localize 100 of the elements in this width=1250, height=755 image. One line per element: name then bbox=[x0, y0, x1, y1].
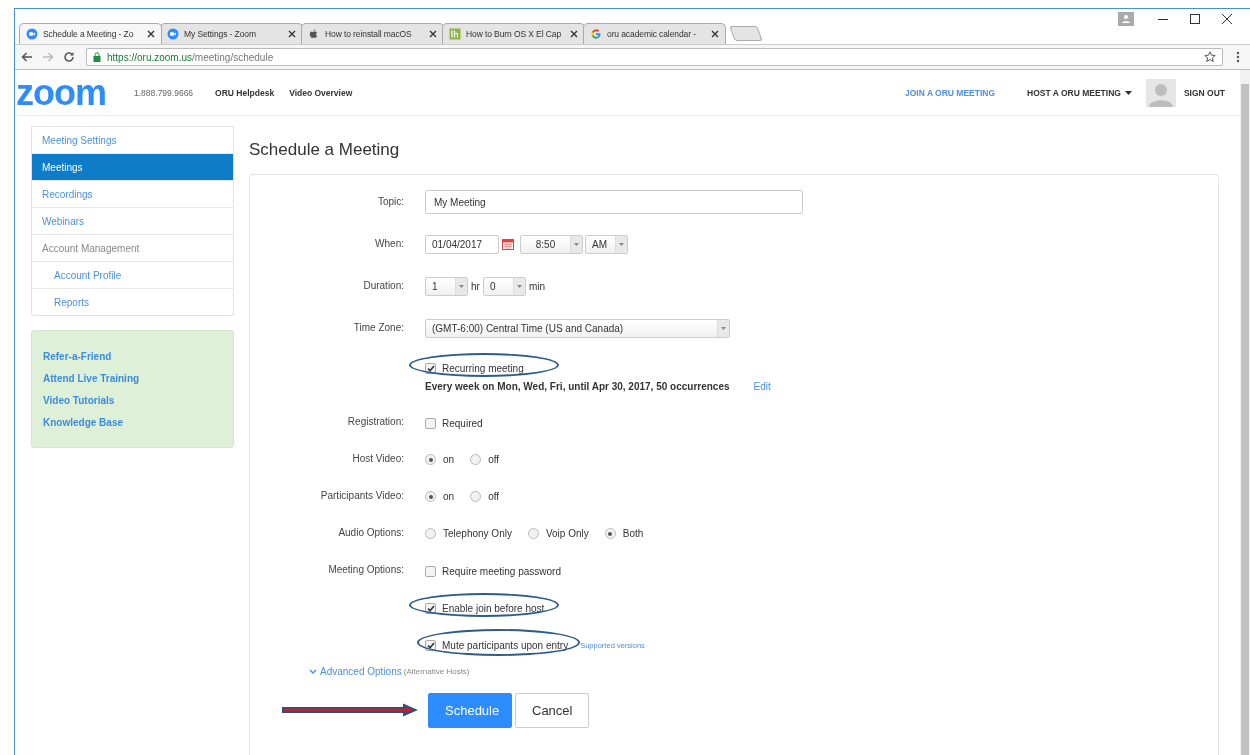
field-label: Audio Options: bbox=[338, 527, 404, 538]
sign-out-link[interactable]: SIGN OUT bbox=[1183, 87, 1225, 98]
ampm-dropdown[interactable]: AM bbox=[585, 234, 628, 254]
star-icon[interactable] bbox=[1204, 51, 1216, 63]
dropdown-arrow-icon bbox=[516, 284, 522, 288]
reload-icon[interactable] bbox=[63, 51, 75, 63]
browser-tab[interactable]: How to Burn OS X El Cap bbox=[442, 23, 585, 44]
checkbox-label: Mute participants upon entry bbox=[442, 639, 569, 651]
minutes-dropdown[interactable]: 0 bbox=[482, 276, 526, 296]
nav-link[interactable]: ORU Helpdesk bbox=[215, 87, 275, 98]
radio-label: Both bbox=[622, 528, 644, 539]
avatar-silhouette bbox=[1145, 78, 1176, 107]
sidebar-item[interactable]: Webinars bbox=[32, 207, 233, 234]
field-label: Registration: bbox=[347, 416, 404, 427]
field-label: Host Video: bbox=[352, 453, 404, 464]
field-label: Topic: bbox=[377, 196, 404, 207]
radio-button[interactable] bbox=[425, 491, 436, 502]
url-text: https://oru.zoom.us/meeting/schedule bbox=[107, 51, 275, 63]
dropdown-menu[interactable]: HOST A ORU MEETING bbox=[1027, 87, 1132, 98]
menu-icon[interactable] bbox=[1236, 51, 1240, 63]
browser-tab[interactable]: How to reinstall macOS bbox=[301, 23, 444, 44]
scrollbar[interactable] bbox=[1240, 70, 1250, 755]
hint-text: (Alternative Hosts) bbox=[403, 667, 470, 676]
close-icon[interactable] bbox=[711, 30, 719, 38]
zoom-logo-icon bbox=[167, 28, 179, 40]
unit-label: min bbox=[528, 280, 546, 292]
field-label: Time Zone: bbox=[353, 322, 404, 333]
phone-number: 1.888.799.9666 bbox=[134, 87, 194, 98]
zoom-logo-icon bbox=[26, 28, 38, 40]
advanced-options-link[interactable]: Advanced Options bbox=[309, 666, 402, 677]
time-dropdown[interactable]: 8:50 bbox=[520, 234, 583, 254]
caret-icon bbox=[1124, 90, 1132, 95]
radio-label: Voip Only bbox=[545, 528, 589, 539]
dropdown-arrow-icon bbox=[721, 326, 726, 330]
radio-button[interactable] bbox=[604, 528, 616, 539]
back-icon[interactable] bbox=[21, 52, 33, 62]
browser-tab[interactable]: My Settings - Zoom bbox=[160, 23, 303, 44]
sidebar-item[interactable]: Meetings bbox=[32, 153, 233, 180]
radio-button[interactable] bbox=[470, 491, 482, 502]
checkbox-label: Recurring meeting bbox=[442, 362, 524, 374]
timezone-dropdown[interactable]: (GMT-6:00) Central Time (US and Canada) bbox=[425, 318, 730, 338]
zoom-logo[interactable]: zoom bbox=[16, 74, 106, 111]
scrollbar-thumb[interactable] bbox=[1241, 84, 1249, 755]
close-icon[interactable] bbox=[1222, 14, 1232, 24]
checkbox[interactable] bbox=[425, 362, 436, 374]
radio-button[interactable] bbox=[527, 528, 539, 539]
radio-label: on bbox=[443, 491, 455, 502]
chevron-down-icon bbox=[309, 669, 317, 674]
checkbox[interactable] bbox=[425, 602, 436, 614]
sidebar-item[interactable]: Reports bbox=[32, 288, 233, 315]
checkmark-icon bbox=[426, 641, 435, 649]
browser-tab[interactable]: oru academic calendar - bbox=[583, 23, 726, 44]
close-icon[interactable] bbox=[570, 30, 578, 38]
radio-button[interactable] bbox=[470, 454, 482, 465]
text-field[interactable]: My Meeting bbox=[425, 190, 803, 214]
help-link[interactable]: Refer-a-Friend bbox=[43, 349, 222, 365]
checkbox[interactable] bbox=[425, 417, 436, 429]
help-link[interactable]: Knowledge Base bbox=[43, 415, 222, 431]
maximize-icon[interactable] bbox=[1190, 14, 1200, 24]
unit-label: hr bbox=[471, 280, 480, 292]
date-field[interactable]: 01/04/2017 bbox=[425, 234, 499, 254]
sidebar-item[interactable]: Account Management bbox=[32, 234, 233, 261]
nav-link[interactable]: JOIN A ORU MEETING bbox=[905, 87, 996, 98]
dropdown-arrow-icon bbox=[574, 242, 579, 246]
radio-button[interactable] bbox=[425, 454, 436, 465]
sidebar-item[interactable]: Recordings bbox=[32, 180, 233, 207]
nav-link[interactable]: Video Overview bbox=[289, 87, 353, 98]
checkmark-icon bbox=[426, 604, 435, 612]
field-label: Participants Video: bbox=[320, 490, 404, 501]
edit-link[interactable]: Edit bbox=[753, 381, 771, 392]
radio-label: off bbox=[488, 454, 500, 465]
apple-icon bbox=[308, 28, 320, 40]
schedule-button[interactable]: Schedule bbox=[428, 693, 512, 728]
sidebar-item[interactable]: Account Profile bbox=[32, 261, 233, 288]
field-label: When: bbox=[375, 238, 404, 249]
close-icon[interactable] bbox=[147, 30, 155, 38]
checkbox[interactable] bbox=[425, 565, 436, 577]
address-bar[interactable]: https://oru.zoom.us/meeting/schedule bbox=[86, 48, 1223, 66]
radio-button[interactable] bbox=[425, 528, 436, 539]
close-icon[interactable] bbox=[429, 30, 437, 38]
checkbox-label: Require meeting password bbox=[442, 565, 561, 577]
checkmark-icon bbox=[426, 364, 435, 372]
close-icon[interactable] bbox=[288, 30, 296, 38]
field-label: Meeting Options: bbox=[328, 564, 404, 575]
help-link[interactable]: Attend Live Training bbox=[43, 371, 222, 387]
radio-label: on bbox=[443, 454, 455, 465]
calendar-icon[interactable] bbox=[502, 238, 514, 250]
hours-dropdown[interactable]: 1 bbox=[425, 276, 468, 296]
google-logo-icon bbox=[590, 28, 602, 40]
browser-tab[interactable]: Schedule a Meeting - Zo bbox=[19, 23, 162, 44]
field-label: Duration: bbox=[363, 280, 404, 291]
checkbox[interactable] bbox=[425, 639, 436, 651]
checkbox-label: Enable join before host bbox=[442, 602, 545, 614]
page-title: Schedule a Meeting bbox=[249, 140, 401, 160]
checkbox-label: Required bbox=[442, 417, 483, 429]
lock-icon bbox=[93, 52, 101, 62]
dropdown-arrow-icon bbox=[619, 242, 624, 246]
help-link[interactable]: Video Tutorials bbox=[43, 393, 222, 409]
cancel-button[interactable]: Cancel bbox=[515, 693, 590, 728]
lh-logo-icon bbox=[449, 28, 461, 40]
